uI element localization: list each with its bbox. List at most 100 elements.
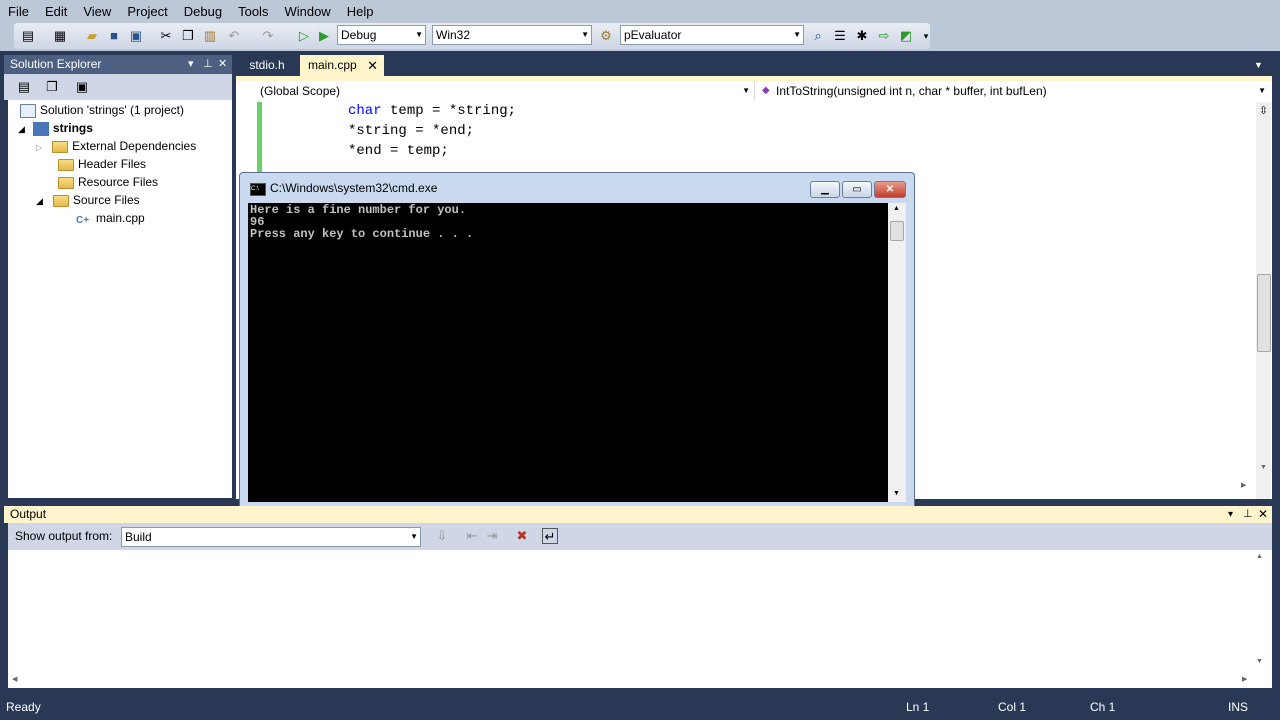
solution-label: Solution 'strings' (1 project) [40, 103, 184, 117]
toolbar-strip: ▤ ▦ ▰ ■ ▣ ✂ ❐ ▥ ↶ ↷ ▷ ▶ Debug ▼ Win32 ▼ … [14, 23, 930, 49]
tools-icon[interactable]: ✱ [854, 28, 870, 44]
previous-message-icon[interactable]: ⇤ [464, 528, 480, 544]
toolbar-overflow-icon[interactable]: ▾ [918, 28, 934, 44]
start-icon[interactable]: ▶ [316, 28, 332, 44]
word-wrap-icon[interactable]: ↵ [542, 528, 558, 544]
menu-help[interactable]: Help [339, 0, 382, 23]
output-source-select[interactable]: Build ▼ [121, 527, 421, 547]
code-line: *string = *end; [348, 123, 475, 139]
close-icon[interactable]: ✕ [218, 55, 227, 74]
split-icon[interactable]: ⇳ [1259, 104, 1268, 117]
console-title: C:\Windows\system32\cmd.exe [270, 181, 438, 195]
scroll-right-icon[interactable]: ▶ [1242, 675, 1247, 683]
configuration-select[interactable]: Debug ▼ [337, 25, 426, 45]
undo-icon[interactable]: ↶ [226, 28, 242, 44]
go-to-line-icon[interactable]: ⇩ [434, 528, 450, 544]
tree-project[interactable]: ◢ strings [18, 119, 93, 137]
maximize-button[interactable]: ▭ [842, 181, 872, 198]
tree-solution[interactable]: Solution 'strings' (1 project) [20, 101, 184, 119]
member-value: IntToString(unsigned int n, char * buffe… [776, 84, 1047, 98]
menu-tools[interactable]: Tools [230, 0, 276, 23]
scroll-right-icon[interactable]: ▶ [1241, 481, 1246, 489]
scope-dropdown[interactable]: (Global Scope) ▼ [240, 81, 755, 101]
folder-icon [52, 140, 69, 153]
scroll-up-icon[interactable]: ▲ [1256, 553, 1263, 560]
next-message-icon[interactable]: ⇥ [484, 528, 500, 544]
member-dropdown[interactable]: ◆ IntToString(unsigned int n, char * buf… [760, 81, 1270, 101]
solution-tree: Solution 'strings' (1 project) ◢ strings … [8, 100, 232, 498]
tab-stdio-h[interactable]: stdio.h [240, 56, 294, 75]
solution-explorer-header: Solution Explorer ▾ ⊥ ✕ [4, 55, 232, 74]
scroll-down-icon[interactable]: ▼ [1260, 464, 1267, 471]
scroll-up-icon[interactable]: ▲ [893, 205, 900, 212]
menu-debug[interactable]: Debug [176, 0, 230, 23]
output-header: Output ▾ ⊥ ✕ [4, 506, 1272, 523]
save-all-icon[interactable]: ▣ [128, 28, 144, 44]
console-screen[interactable]: Here is a fine number for you. 96 Press … [248, 203, 888, 502]
start-debugging-icon[interactable]: ▷ [296, 28, 312, 44]
code-text: temp = *string; [381, 103, 517, 119]
solution-icon [20, 103, 36, 118]
view-class-diagram-icon[interactable]: ▣ [74, 79, 90, 95]
scroll-left-icon[interactable]: ◀ [12, 675, 17, 683]
platform-select[interactable]: Win32 ▼ [432, 25, 592, 45]
menu-edit[interactable]: Edit [37, 0, 75, 23]
tree-external-dependencies[interactable]: ▷ External Dependencies [36, 137, 196, 155]
console-scrollbar[interactable]: ▲ ▼ [888, 203, 906, 502]
dropdown-icon[interactable]: ▾ [1228, 506, 1233, 523]
menu-window[interactable]: Window [276, 0, 338, 23]
active-files-dropdown-icon[interactable]: ▼ [1254, 60, 1263, 70]
add-item-icon[interactable]: ▦ [52, 28, 68, 44]
properties-icon[interactable]: ☰ [832, 28, 848, 44]
close-icon[interactable]: ✕ [1258, 506, 1268, 523]
save-icon[interactable]: ■ [106, 28, 122, 44]
output-pane[interactable]: ▲ ▼ ◀ ▶ [8, 550, 1272, 688]
menu-project[interactable]: Project [119, 0, 175, 23]
tree-resource-files[interactable]: Resource Files [58, 173, 158, 191]
pin-icon[interactable]: ⊥ [203, 55, 213, 74]
menu-view[interactable]: View [75, 0, 119, 23]
close-button[interactable]: ✕ [874, 181, 906, 198]
find-combo[interactable]: pEvaluator ▼ [620, 25, 804, 45]
editor-vertical-scrollbar[interactable]: ⇳ ▼ [1256, 102, 1271, 499]
open-file-icon[interactable]: ▰ [84, 28, 100, 44]
tab-main-cpp[interactable]: main.cpp ✕ [300, 55, 384, 76]
show-all-files-icon[interactable]: ❐ [44, 79, 60, 95]
scroll-down-icon[interactable]: ▼ [893, 490, 900, 497]
export-icon[interactable]: ⇨ [876, 28, 892, 44]
solution-explorer-title: Solution Explorer [10, 57, 102, 71]
cpp-file-icon: C+ [76, 214, 90, 226]
scroll-down-icon[interactable]: ▼ [1256, 658, 1263, 665]
dropdown-icon[interactable]: ▾ [188, 55, 194, 74]
tree-header-files[interactable]: Header Files [58, 155, 146, 173]
chevron-down-icon: ▼ [742, 86, 750, 95]
chevron-down-icon: ▼ [415, 30, 423, 39]
cut-icon[interactable]: ✂ [158, 28, 174, 44]
extension-icon[interactable]: ◩ [898, 28, 914, 44]
properties-icon[interactable]: ▤ [16, 79, 32, 95]
find-value: pEvaluator [624, 28, 682, 42]
folder-open-icon [52, 194, 69, 207]
chevron-down-icon: ▼ [793, 30, 801, 39]
clear-all-icon[interactable]: ✖ [514, 528, 530, 544]
new-project-icon[interactable]: ▤ [20, 28, 36, 44]
status-text: Ready [6, 700, 41, 714]
find-in-files-icon[interactable]: ⚙ [598, 28, 614, 44]
folder-icon [58, 158, 74, 171]
copy-icon[interactable]: ❐ [180, 28, 196, 44]
redo-icon[interactable]: ↷ [260, 28, 276, 44]
scroll-thumb[interactable] [890, 221, 904, 241]
close-icon[interactable]: ✕ [367, 55, 378, 76]
console-line: Press any key to continue . . . [250, 227, 474, 241]
menu-file[interactable]: File [0, 0, 37, 23]
minimize-button[interactable]: ▁ [810, 181, 840, 198]
pin-icon[interactable]: ⊥ [1243, 506, 1253, 523]
tree-item-label: Header Files [78, 157, 147, 171]
console-icon: C:\ [250, 183, 266, 196]
paste-icon[interactable]: ▥ [202, 28, 218, 44]
tree-main-cpp[interactable]: C+ main.cpp [76, 209, 145, 227]
console-window[interactable]: C:\ C:\Windows\system32\cmd.exe ▁ ▭ ✕ He… [239, 172, 915, 511]
tree-source-files[interactable]: ◢ Source Files [36, 191, 140, 209]
scroll-thumb[interactable] [1257, 274, 1271, 352]
find-icon[interactable]: ⌕ [810, 28, 826, 44]
